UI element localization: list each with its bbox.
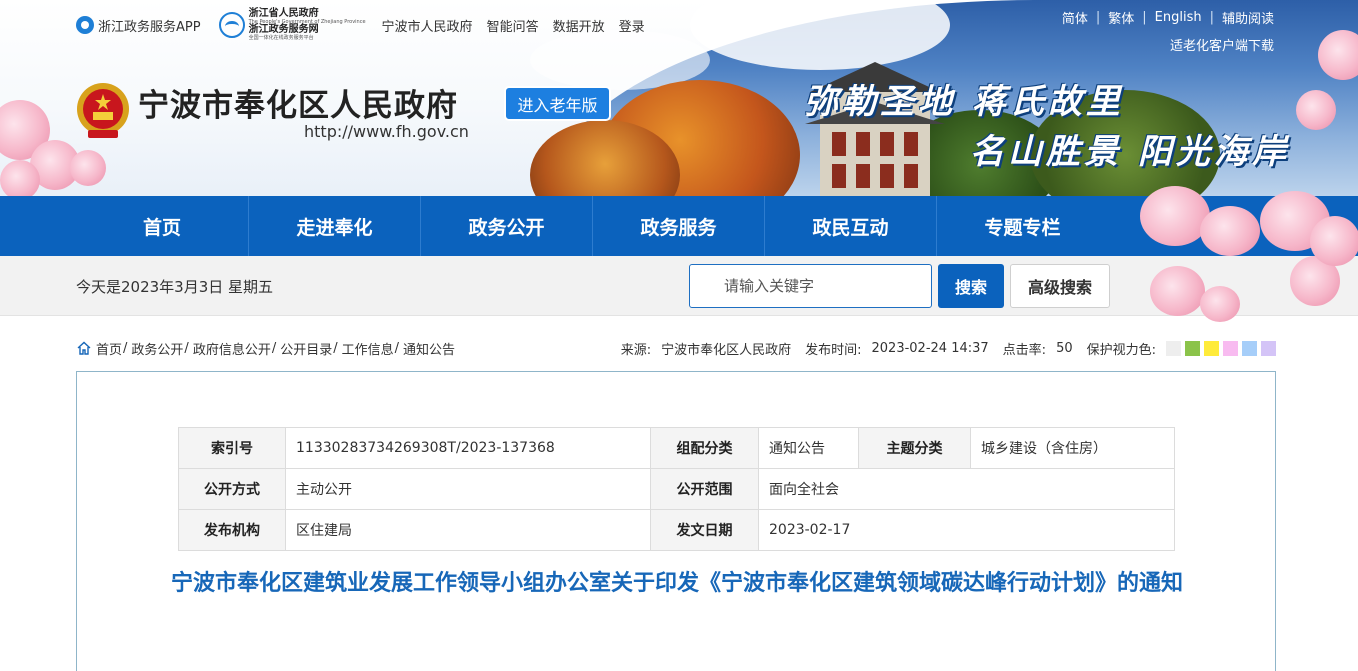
eye-color-swatch-6[interactable] [1261,340,1276,356]
nav-item-government-services[interactable]: 政务服务 [592,196,764,256]
topic-label: 主题分类 [858,427,971,469]
site-url: http://www.fh.gov.cn [304,122,469,141]
publisher-label: 发布机构 [178,509,286,551]
breadcrumb-item-home[interactable]: 首页 [96,339,122,358]
blossom-decoration [1200,286,1240,322]
article-container: 索引号 11330283734269308T/2023-137368 组配分类 … [76,371,1276,671]
assisted-reading-link[interactable]: 辅助阅读 [1222,8,1274,27]
national-emblem-icon [77,83,129,138]
eye-color-swatch-4[interactable] [1223,340,1238,356]
app-label: 浙江政务服务APP [98,19,201,35]
blossom-decoration [1140,186,1210,246]
today-date: 今天是2023年3月3日 星期五 [76,278,274,296]
blossom-decoration [0,160,40,196]
publisher-value: 区住建局 [285,509,651,551]
document-title: 宁波市奉化区建筑业发展工作领导小组办公室关于印发《宁波市奉化区建筑领域碳达峰行动… [170,571,1183,596]
index-number-label: 索引号 [178,427,286,469]
index-number-value: 11330283734269308T/2023-137368 [285,427,651,469]
site-title: 宁波市奉化区人民政府 [138,88,458,124]
search-input[interactable] [689,264,932,308]
top-link-open-data[interactable]: 数据开放 [553,16,605,35]
breadcrumb-item-gov-affairs[interactable]: 政务公开 [131,339,183,358]
publish-time-label: 发布时间: [805,342,862,358]
disclosure-scope-label: 公开范围 [650,468,759,510]
top-link-login[interactable]: 登录 [619,16,645,35]
breadcrumb-item-gov-info[interactable]: 政府信息公开 [193,339,271,358]
blossom-decoration [1200,206,1260,256]
zhejiang-gov-service-logo[interactable]: 浙江省人民政府 The People's Government of Zheji… [218,9,366,41]
elder-version-button[interactable]: 进入老年版 [504,86,611,121]
table-row: 发布机构 区住建局 发文日期 2023-02-17 [178,509,1175,551]
eye-color-swatch-1[interactable] [1166,340,1181,356]
eye-protection-swatches [1162,340,1276,356]
issue-date-label: 发文日期 [650,509,759,551]
top-link-smart-qa[interactable]: 智能问答 [487,16,539,35]
breadcrumb-item-open-catalog[interactable]: 公开目录 [280,339,332,358]
top-links: 宁波市人民政府 智能问答 数据开放 登录 [382,16,659,35]
table-row: 索引号 11330283734269308T/2023-137368 组配分类 … [178,427,1175,469]
blossom-decoration [70,150,106,186]
hits-value: 50 [1056,340,1073,356]
zj-logo-line3: 浙江政务服务网 [248,24,319,35]
blossom-decoration [1296,90,1336,130]
category-value: 通知公告 [758,427,859,469]
blossom-decoration [1150,266,1205,316]
language-switcher: 简体 | 繁体 | English | 辅助阅读 [1061,8,1274,27]
banner-slogan-line2: 名山胜景 阳光海岸 [970,132,1290,172]
breadcrumb: 首页 / 政务公开 / 政府信息公开 / 公开目录 / 工作信息 / 通知公告 来源: 宁… [76,338,1276,358]
top-left-links: 浙江政务服务APP 浙江省人民政府 The People's Governmen… [76,9,659,41]
advanced-search-button[interactable]: 高级搜索 [1010,264,1110,308]
search-button[interactable]: 搜索 [938,264,1004,308]
date-search-bar: 今天是2023年3月3日 星期五 搜索 高级搜索 [0,256,1358,322]
lang-simplified[interactable]: 简体 [1062,8,1088,27]
table-row: 公开方式 主动公开 公开范围 面向全社会 [178,468,1175,510]
nav-item-special-topics[interactable]: 专题专栏 [936,196,1108,256]
category-label: 组配分类 [650,427,759,469]
disclosure-scope-value: 面向全社会 [758,468,1175,510]
zhejiang-app-link[interactable]: 浙江政务服务APP [76,16,201,35]
home-icon [77,341,91,355]
source-value: 宁波市奉化区人民政府 [661,342,792,358]
lang-english[interactable]: English [1155,10,1202,25]
breadcrumb-item-notices[interactable]: 通知公告 [403,339,455,358]
eye-color-swatch-5[interactable] [1242,340,1257,356]
eye-color-swatch-3[interactable] [1204,340,1219,356]
topic-value: 城乡建设（含住房） [970,427,1175,469]
zj-logo-line4: 全国一体化在线政务服务平台 [248,34,314,41]
nav-item-government-affairs[interactable]: 政务公开 [420,196,592,256]
breadcrumb-item-work-info[interactable]: 工作信息 [342,339,394,358]
zhejiang-emblem-icon [218,12,245,38]
nav-item-about-fenghua[interactable]: 走进奉化 [248,196,420,256]
top-right-links: 简体 | 繁体 | English | 辅助阅读 适老化客户端下载 [1062,8,1274,54]
disclosure-method-value: 主动公开 [285,468,651,510]
nav-item-home[interactable]: 首页 [76,196,248,256]
nav-item-interaction[interactable]: 政民互动 [764,196,936,256]
source-label: 来源: [620,342,652,358]
document-info-table: 索引号 11330283734269308T/2023-137368 组配分类 … [178,427,1175,551]
eye-color-swatch-2[interactable] [1185,340,1200,356]
article-meta: 来源: 宁波市奉化区人民政府 发布时间: 2023-02-24 14:37 点击… [621,338,1276,358]
header-banner: 浙江政务服务APP 浙江省人民政府 The People's Governmen… [0,0,1358,196]
elder-client-download-link[interactable]: 适老化客户端下载 [1062,35,1274,54]
app-icon [76,16,94,34]
lang-traditional[interactable]: 繁体 [1108,8,1134,27]
blossom-decoration [1310,216,1358,266]
hits-label: 点击率: [1002,342,1047,358]
banner-slogan-line1: 弥勒圣地 蒋氏故里 [804,82,1124,122]
disclosure-method-label: 公开方式 [178,468,286,510]
issue-date-value: 2023-02-17 [758,509,1175,551]
publish-time-value: 2023-02-24 14:37 [871,340,989,356]
eye-protection-label: 保护视力色: [1086,342,1156,358]
top-link-ningbo-gov[interactable]: 宁波市人民政府 [382,16,473,35]
main-navigation: 首页 走进奉化 政务公开 政务服务 政民互动 专题专栏 [0,186,1358,266]
